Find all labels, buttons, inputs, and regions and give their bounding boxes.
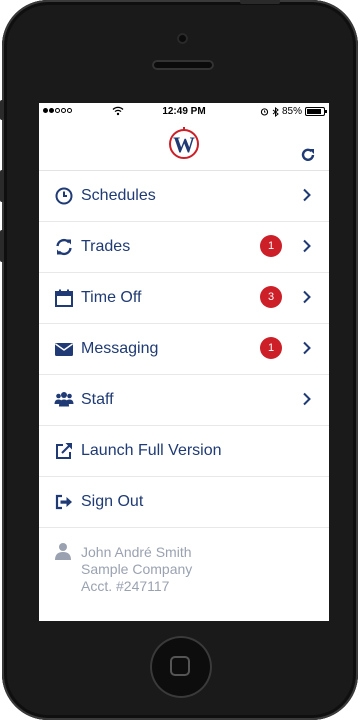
bluetooth-icon bbox=[272, 106, 279, 117]
refresh-icon[interactable] bbox=[299, 146, 317, 164]
menu-label-trades: Trades bbox=[81, 238, 131, 255]
user-icon bbox=[55, 543, 71, 560]
clock-icon bbox=[55, 187, 73, 205]
mute-switch bbox=[0, 100, 4, 120]
home-button[interactable] bbox=[150, 636, 212, 698]
power-button bbox=[240, 0, 280, 4]
time-off-badge: 3 bbox=[260, 286, 282, 308]
calendar-icon bbox=[55, 289, 73, 307]
menu-item-sign-out[interactable]: Sign Out bbox=[39, 477, 329, 528]
sync-icon bbox=[56, 238, 72, 256]
external-link-icon bbox=[56, 443, 72, 459]
chevron-right-icon bbox=[303, 290, 311, 304]
messaging-badge: 1 bbox=[260, 337, 282, 359]
home-square-icon bbox=[170, 656, 190, 676]
menu-label-messaging: Messaging bbox=[81, 340, 159, 357]
menu-label-staff: Staff bbox=[81, 391, 114, 408]
battery-icon bbox=[305, 107, 327, 116]
battery-percent: 85% bbox=[281, 106, 302, 117]
sign-out-icon bbox=[55, 494, 72, 510]
earpiece-speaker bbox=[152, 60, 214, 70]
phone-frame: 12:49 PM 85% W Schedules Trades 1 Time O… bbox=[0, 0, 358, 720]
chevron-right-icon bbox=[303, 188, 311, 202]
volume-down-button bbox=[0, 230, 4, 262]
account-info: John André Smith Sample Company Acct. #2… bbox=[39, 528, 329, 606]
volume-up-button bbox=[0, 170, 4, 202]
menu-item-trades[interactable]: Trades 1 bbox=[39, 222, 329, 273]
app-header: W bbox=[39, 121, 329, 171]
front-camera bbox=[177, 33, 188, 44]
users-icon bbox=[54, 392, 74, 407]
main-menu: Schedules Trades 1 Time Off 3 Messaging … bbox=[39, 171, 329, 528]
logo-letter: W bbox=[173, 132, 195, 157]
menu-item-launch-full-version[interactable]: Launch Full Version bbox=[39, 426, 329, 477]
menu-item-time-off[interactable]: Time Off 3 bbox=[39, 273, 329, 324]
app-screen: 12:49 PM 85% W Schedules Trades 1 Time O… bbox=[39, 103, 329, 621]
menu-label-schedules: Schedules bbox=[81, 187, 156, 204]
menu-label-launch-full-version: Launch Full Version bbox=[81, 442, 222, 459]
menu-label-time-off: Time Off bbox=[81, 289, 142, 306]
chevron-right-icon bbox=[303, 239, 311, 253]
menu-item-schedules[interactable]: Schedules bbox=[39, 171, 329, 222]
menu-item-messaging[interactable]: Messaging 1 bbox=[39, 324, 329, 375]
trades-badge: 1 bbox=[260, 235, 282, 257]
chevron-right-icon bbox=[303, 392, 311, 406]
app-logo: W bbox=[169, 127, 199, 159]
account-name: John André Smith bbox=[81, 544, 192, 560]
account-number: Acct. #247117 bbox=[81, 578, 170, 594]
account-company: Sample Company bbox=[81, 561, 193, 577]
menu-item-staff[interactable]: Staff bbox=[39, 375, 329, 426]
alarm-icon bbox=[260, 108, 269, 116]
menu-label-sign-out: Sign Out bbox=[81, 493, 144, 510]
envelope-icon bbox=[55, 343, 73, 356]
chevron-right-icon bbox=[303, 341, 311, 355]
status-bar: 12:49 PM 85% bbox=[39, 103, 329, 121]
